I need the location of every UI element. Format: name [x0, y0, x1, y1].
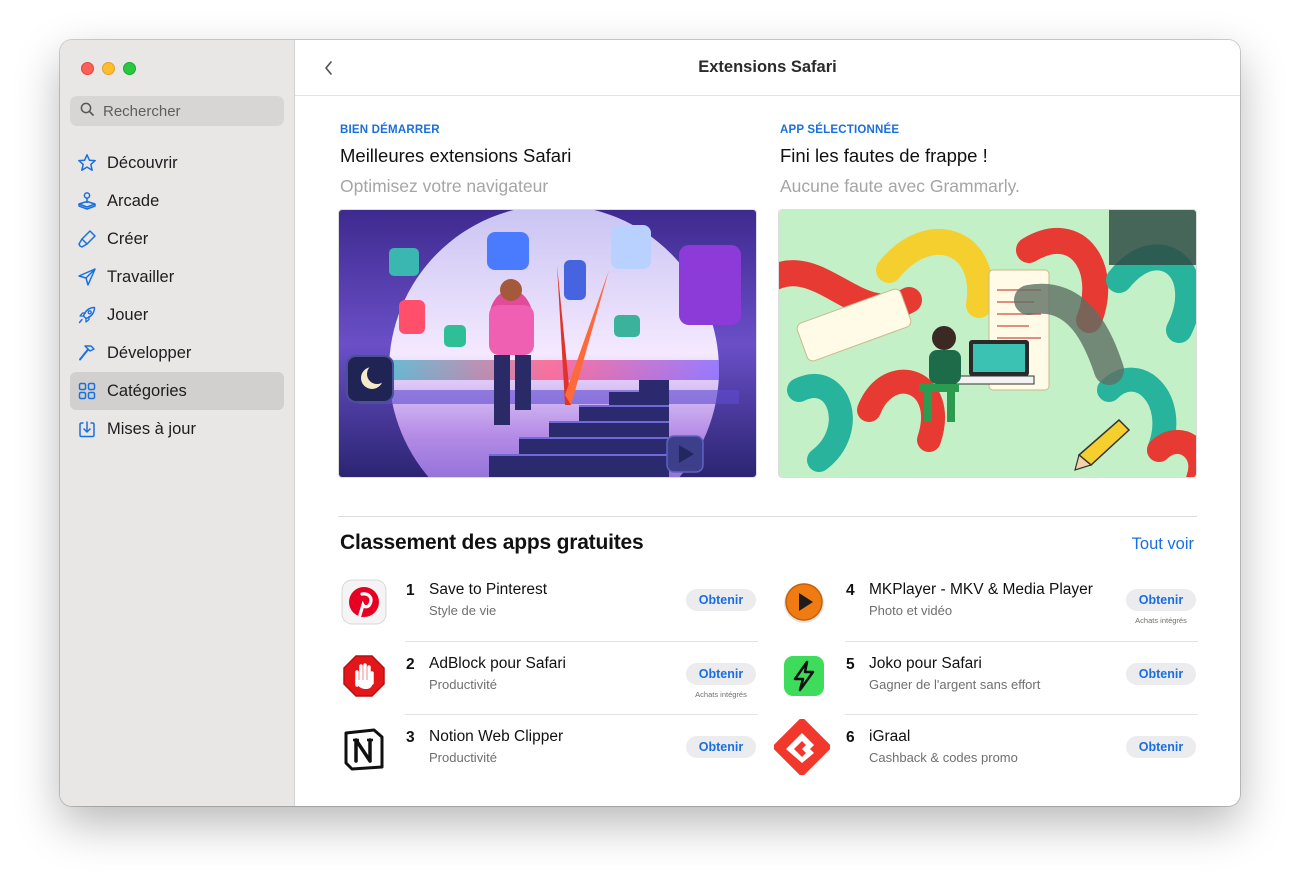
- app-row-joko[interactable]: 5 Joko pour Safari Gagner de l'argent sa…: [778, 642, 1198, 715]
- top-free-apps-right-column: 4 MKPlayer - MKV & Media Player Photo et…: [773, 568, 1198, 789]
- section-divider: [338, 516, 1197, 517]
- traffic-lights: [81, 62, 136, 75]
- app-row-save-to-pinterest[interactable]: 1 Save to Pinterest Style de vie Obtenir: [338, 568, 758, 642]
- get-button[interactable]: Obtenir: [686, 589, 756, 611]
- zoom-window-button[interactable]: [123, 62, 136, 75]
- grid-icon: [77, 381, 97, 401]
- sidebar-item-categories[interactable]: Catégories: [70, 372, 284, 410]
- sidebar: Découvrir Arcade Créer Travailler: [60, 40, 295, 806]
- sidebar-item-developper[interactable]: Développer: [70, 334, 284, 372]
- app-category: Style de vie: [429, 603, 497, 618]
- page-title: Extensions Safari: [698, 58, 837, 76]
- section-title: Classement des apps gratuites: [340, 531, 644, 554]
- feature-subtitle: Aucune faute avec Grammarly.: [780, 176, 1020, 196]
- app-rank: 2: [406, 655, 415, 673]
- adblock-hand-icon: [340, 652, 388, 700]
- sidebar-item-label: Catégories: [107, 381, 187, 400]
- get-button[interactable]: Obtenir: [1126, 736, 1196, 758]
- get-button[interactable]: Obtenir: [686, 662, 756, 685]
- paper-plane-icon: [77, 267, 97, 287]
- app-category: Productivité: [429, 750, 497, 765]
- see-all-link[interactable]: Tout voir: [1132, 535, 1194, 554]
- app-store-window: Découvrir Arcade Créer Travailler: [60, 40, 1240, 806]
- app-row-notion-web-clipper[interactable]: 3 Notion Web Clipper Productivité Obteni…: [338, 715, 758, 789]
- sidebar-item-label: Découvrir: [107, 153, 178, 172]
- close-window-button[interactable]: [81, 62, 94, 75]
- feature-artwork-pencils[interactable]: [778, 209, 1197, 478]
- sidebar-item-label: Arcade: [107, 191, 160, 210]
- in-app-purchases-note: Achats intégrés: [695, 689, 747, 699]
- app-rank: 4: [846, 582, 855, 599]
- feature-artwork-staircase[interactable]: [338, 209, 757, 478]
- toolbar: Extensions Safari: [295, 40, 1240, 96]
- sidebar-item-jouer[interactable]: Jouer: [70, 296, 284, 334]
- sidebar-item-label: Créer: [107, 229, 149, 248]
- search-field[interactable]: [70, 96, 284, 126]
- sidebar-item-creer[interactable]: Créer: [70, 220, 284, 258]
- play-icon: [780, 578, 828, 626]
- get-button[interactable]: Obtenir: [1126, 662, 1196, 685]
- app-name: Notion Web Clipper: [429, 728, 564, 745]
- app-rank: 3: [406, 729, 415, 746]
- feature-card-grammarly[interactable]: APP SÉLECTIONNÉE Fini les fautes de frap…: [778, 124, 1198, 478]
- get-button[interactable]: Obtenir: [1126, 589, 1196, 611]
- sidebar-item-mises-a-jour[interactable]: Mises à jour: [70, 410, 284, 448]
- feature-subtitle: Optimisez votre navigateur: [340, 176, 549, 196]
- feature-eyebrow: BIEN DÉMARRER: [340, 124, 440, 136]
- brush-icon: [77, 229, 97, 249]
- minimize-window-button[interactable]: [102, 62, 115, 75]
- igraal-icon: [773, 718, 831, 776]
- app-category: Cashback & codes promo: [869, 750, 1018, 765]
- app-category: Productivité: [429, 676, 497, 692]
- rocket-icon: [77, 305, 97, 325]
- sidebar-item-decouvrir[interactable]: Découvrir: [70, 144, 284, 182]
- app-name: MKPlayer - MKV & Media Player: [869, 581, 1093, 598]
- notion-icon: [340, 725, 388, 773]
- app-row-mkplayer[interactable]: 4 MKPlayer - MKV & Media Player Photo et…: [778, 568, 1198, 642]
- sidebar-nav: Découvrir Arcade Créer Travailler Jouer …: [70, 144, 284, 448]
- app-row-igraal[interactable]: 6 iGraal Cashback & codes promo Obtenir: [773, 715, 1198, 789]
- app-rank: 5: [846, 655, 855, 673]
- sidebar-item-arcade[interactable]: Arcade: [70, 182, 284, 220]
- search-icon: [80, 102, 94, 121]
- feature-title: Meilleures extensions Safari: [340, 145, 572, 166]
- app-row-adblock[interactable]: 2 AdBlock pour Safari Productivité Obten…: [338, 642, 758, 715]
- app-category: Photo et vidéo: [869, 603, 953, 618]
- download-icon: [77, 419, 97, 439]
- app-name: Joko pour Safari: [869, 654, 982, 672]
- chevron-left-icon: [325, 61, 332, 75]
- feature-eyebrow: APP SÉLECTIONNÉE: [780, 124, 900, 136]
- feature-card-best-extensions[interactable]: BIEN DÉMARRER Meilleures extensions Safa…: [338, 124, 758, 478]
- app-name: Save to Pinterest: [429, 581, 548, 598]
- hammer-icon: [77, 343, 97, 363]
- sidebar-item-label: Jouer: [107, 305, 149, 324]
- search-input[interactable]: [103, 102, 263, 120]
- feature-title: Fini les fautes de frappe !: [780, 145, 988, 166]
- star-icon: [77, 153, 97, 173]
- app-name: iGraal: [869, 728, 911, 745]
- app-rank: 6: [846, 729, 855, 746]
- sidebar-item-travailler[interactable]: Travailler: [70, 258, 284, 296]
- app-rank: 1: [406, 582, 415, 599]
- lightning-icon: [780, 652, 828, 700]
- in-app-purchases-note: Achats intégrés: [1135, 616, 1187, 625]
- sidebar-item-label: Mises à jour: [107, 419, 196, 438]
- pinterest-icon: [340, 578, 388, 626]
- sidebar-item-label: Développer: [107, 343, 192, 362]
- top-free-apps-left-column: 1 Save to Pinterest Style de vie Obtenir…: [338, 568, 758, 789]
- get-button[interactable]: Obtenir: [686, 736, 756, 758]
- back-button[interactable]: [319, 58, 339, 78]
- joystick-icon: [77, 191, 97, 211]
- sidebar-item-label: Travailler: [107, 267, 175, 286]
- main-content: Extensions Safari BIEN DÉMARRER Meilleur…: [295, 40, 1240, 806]
- app-category: Gagner de l'argent sans effort: [869, 676, 1041, 692]
- app-name: AdBlock pour Safari: [429, 654, 566, 672]
